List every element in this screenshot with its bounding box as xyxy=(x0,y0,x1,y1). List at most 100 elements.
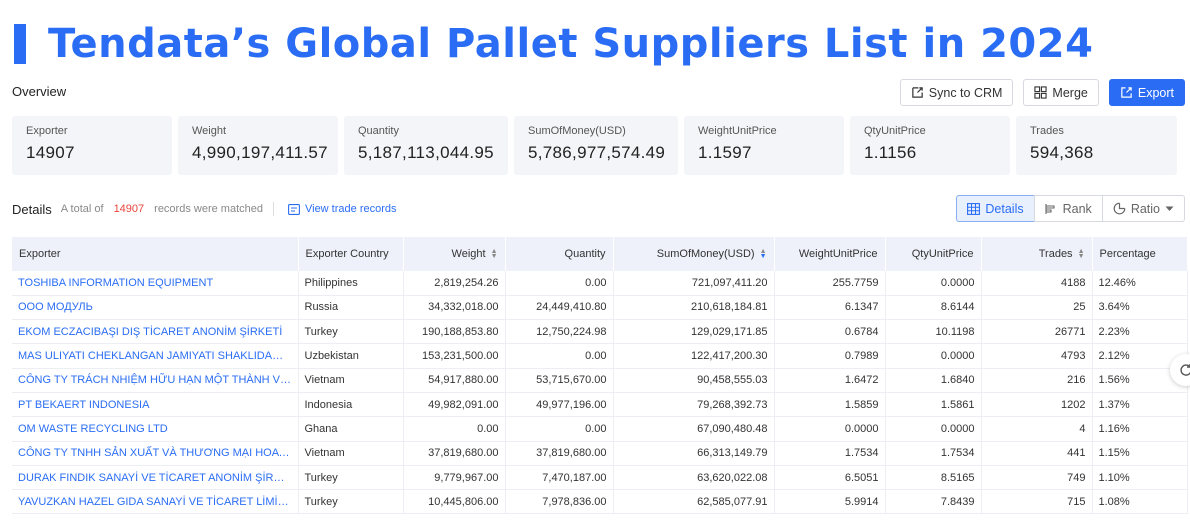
cell-weight: 49,982,091.00 xyxy=(403,392,506,418)
table-row[interactable]: EKOM ECZACIBAŞI DIŞ TİCARET ANONİM ŞİRKE… xyxy=(12,319,1188,345)
exporter-link[interactable]: CÔNG TY TRÁCH NHIỆM HỮU HẠN MỘT THÀNH VI… xyxy=(12,368,299,393)
exporter-link[interactable]: OM WASTE RECYCLING LTD xyxy=(12,416,299,442)
cell-weight: 37,819,680.00 xyxy=(403,441,506,466)
table-row[interactable]: CÔNG TY TNHH SẢN XUẤT VÀ THƯƠNG MẠI HOA … xyxy=(12,441,1188,466)
sort-icon[interactable]: ▲ ▼ xyxy=(760,248,767,260)
exporter-link[interactable]: MAS ULIYATI CHEKLANGAN JAMIYATI SHAKLIDA… xyxy=(12,343,299,369)
cell-qty-unit-price: 1.6840 xyxy=(885,368,982,393)
stat-exporter: Exporter 14907 xyxy=(12,116,172,175)
toolbar: Sync to CRM Merge Export xyxy=(899,79,1185,106)
exporter-link[interactable]: YAVUZKAN HAZEL GIDA SANAYİ VE TİCARET Lİ… xyxy=(12,489,299,515)
column-header-exporter: Exporter xyxy=(12,237,299,271)
table-row[interactable]: MAS ULIYATI CHEKLANGAN JAMIYATI SHAKLIDA… xyxy=(12,343,1188,369)
page-title: Tendata’s Global Pallet Suppliers List i… xyxy=(48,21,1094,67)
table-row[interactable]: ООО МОДУЛЬ Russia 34,332,018.00 24,449,410.… xyxy=(12,295,1188,321)
cell-sum-of-money: 129,029,171.85 xyxy=(613,319,775,345)
ratio-view-label: Ratio xyxy=(1130,201,1160,216)
view-switcher: Details Rank Ratio xyxy=(956,195,1185,222)
exporter-link[interactable]: ООО МОДУЛЬ xyxy=(12,295,299,321)
stat-weight-unit-price: WeightUnitPrice 1.1597 xyxy=(684,116,844,175)
stat-value: 594,368 xyxy=(1030,143,1094,162)
cell-trades: 715 xyxy=(981,489,1093,515)
stat-value: 4,990,197,411.57 xyxy=(192,143,328,162)
cell-percentage: 12.46% xyxy=(1092,271,1188,296)
cell-percentage: 1.37% xyxy=(1092,392,1188,418)
stat-value: 1.1156 xyxy=(864,143,917,162)
exporter-link[interactable]: TOSHIBA INFORMATION EQUIPMENT xyxy=(12,271,299,296)
cell-trades: 4793 xyxy=(981,343,1093,369)
cell-qty-unit-price: 0.0000 xyxy=(885,343,982,369)
chevron-down-icon xyxy=(1165,206,1174,211)
sort-icon[interactable]: ▲ ▼ xyxy=(491,248,498,260)
stat-label: WeightUnitPrice xyxy=(698,125,777,137)
stat-trades: Trades 594,368 xyxy=(1016,116,1177,175)
cell-trades: 216 xyxy=(981,368,1093,393)
sort-icon[interactable]: ▲ ▼ xyxy=(1078,248,1085,260)
cell-weight: 0.00 xyxy=(403,416,506,442)
cell-quantity: 37,819,680.00 xyxy=(505,441,614,466)
export-button[interactable]: Export xyxy=(1108,79,1185,106)
sync-to-crm-button[interactable]: Sync to CRM xyxy=(899,79,1014,106)
rank-view-button[interactable]: Rank xyxy=(1033,195,1103,222)
cell-weight-unit-price: 0.7989 xyxy=(774,343,886,369)
cell-weight-unit-price: 255.7759 xyxy=(774,271,886,296)
exporter-link[interactable]: EKOM ECZACIBAŞI DIŞ TİCARET ANONİM ŞİRKE… xyxy=(12,319,299,345)
table-row[interactable]: YAVUZKAN HAZEL GIDA SANAYİ VE TİCARET Lİ… xyxy=(12,489,1188,515)
cell-exporter-country: Turkey xyxy=(298,465,404,491)
details-view-label: Details xyxy=(985,201,1024,216)
stat-label: Exporter xyxy=(26,125,68,137)
table-row[interactable]: CÔNG TY TRÁCH NHIỆM HỮU HẠN MỘT THÀNH VI… xyxy=(12,368,1188,393)
cell-trades: 441 xyxy=(981,441,1093,466)
stat-qty-unit-price: QtyUnitPrice 1.1156 xyxy=(850,116,1010,175)
ratio-view-dropdown[interactable]: Ratio xyxy=(1101,195,1185,222)
cell-exporter-country: Ghana xyxy=(298,416,404,442)
page-title-bar: Tendata’s Global Pallet Suppliers List i… xyxy=(14,18,1093,70)
cell-trades: 749 xyxy=(981,465,1093,491)
column-header-percentage: Percentage xyxy=(1092,237,1188,271)
column-header-sum-of-money[interactable]: SumOfMoney(USD) ▲ ▼ xyxy=(613,237,775,271)
merge-button[interactable]: Merge xyxy=(1023,79,1099,106)
cell-exporter-country: Vietnam xyxy=(298,368,404,393)
cell-sum-of-money: 63,620,022.08 xyxy=(613,465,775,491)
column-header-weight[interactable]: Weight ▲ ▼ xyxy=(403,237,506,271)
exporter-link[interactable]: DURAK FINDIK SANAYİ VE TİCARET ANONİM Şİ… xyxy=(12,465,299,491)
cell-quantity: 7,978,836.00 xyxy=(505,489,614,515)
cell-percentage: 1.15% xyxy=(1092,441,1188,466)
cell-quantity: 12,750,224.98 xyxy=(505,319,614,345)
merge-label: Merge xyxy=(1052,85,1088,100)
records-count: 14907 xyxy=(113,203,145,215)
cell-percentage: 1.10% xyxy=(1092,465,1188,491)
cell-sum-of-money: 90,458,555.03 xyxy=(613,368,775,393)
details-view-button[interactable]: Details xyxy=(956,195,1035,222)
column-header-trades[interactable]: Trades ▲ ▼ xyxy=(981,237,1093,271)
cell-weight-unit-price: 5.9914 xyxy=(774,489,886,515)
cell-exporter-country: Russia xyxy=(298,295,404,321)
view-trade-records-label: View trade records xyxy=(304,203,397,215)
table-row[interactable]: PT BEKAERT INDONESIA Indonesia 49,982,091.… xyxy=(12,392,1188,418)
cell-quantity: 24,449,410.80 xyxy=(505,295,614,321)
cell-sum-of-money: 79,268,392.73 xyxy=(613,392,775,418)
exporter-link[interactable]: PT BEKAERT INDONESIA xyxy=(12,392,299,418)
rank-view-label: Rank xyxy=(1062,201,1092,216)
details-suffix: records were matched xyxy=(154,203,263,215)
refresh-icon xyxy=(1180,364,1190,376)
cell-weight: 34,332,018.00 xyxy=(403,295,506,321)
table-body: TOSHIBA INFORMATION EQUIPMENT Philippines… xyxy=(12,271,1188,515)
table-row[interactable]: OM WASTE RECYCLING LTD Ghana 0.00 0.00 67,09… xyxy=(12,416,1188,442)
stat-value: 1.1597 xyxy=(698,143,752,162)
cell-weight-unit-price: 0.0000 xyxy=(774,416,886,442)
table-header-row: Exporter Exporter Country Weight ▲ ▼ Quant… xyxy=(12,237,1188,271)
cell-sum-of-money: 721,097,411.20 xyxy=(613,271,775,296)
cell-weight: 2,819,254.26 xyxy=(403,271,506,296)
cell-exporter-country: Uzbekistan xyxy=(298,343,404,369)
exporter-link[interactable]: CÔNG TY TNHH SẢN XUẤT VÀ THƯƠNG MẠI HOA … xyxy=(12,441,299,466)
cell-quantity: 49,977,196.00 xyxy=(505,392,614,418)
cell-quantity: 0.00 xyxy=(505,343,614,369)
table-row[interactable]: DURAK FINDIK SANAYİ VE TİCARET ANONİM Şİ… xyxy=(12,465,1188,491)
view-trade-records-link[interactable]: View trade records xyxy=(288,203,397,215)
table-row[interactable]: TOSHIBA INFORMATION EQUIPMENT Philippines… xyxy=(12,271,1188,296)
details-prefix: A total of xyxy=(60,203,104,215)
overview-stats: Exporter 14907 Weight 4,990,197,411.57 Q… xyxy=(12,116,1177,175)
cell-qty-unit-price: 0.0000 xyxy=(885,416,982,442)
stat-weight: Weight 4,990,197,411.57 xyxy=(178,116,338,175)
